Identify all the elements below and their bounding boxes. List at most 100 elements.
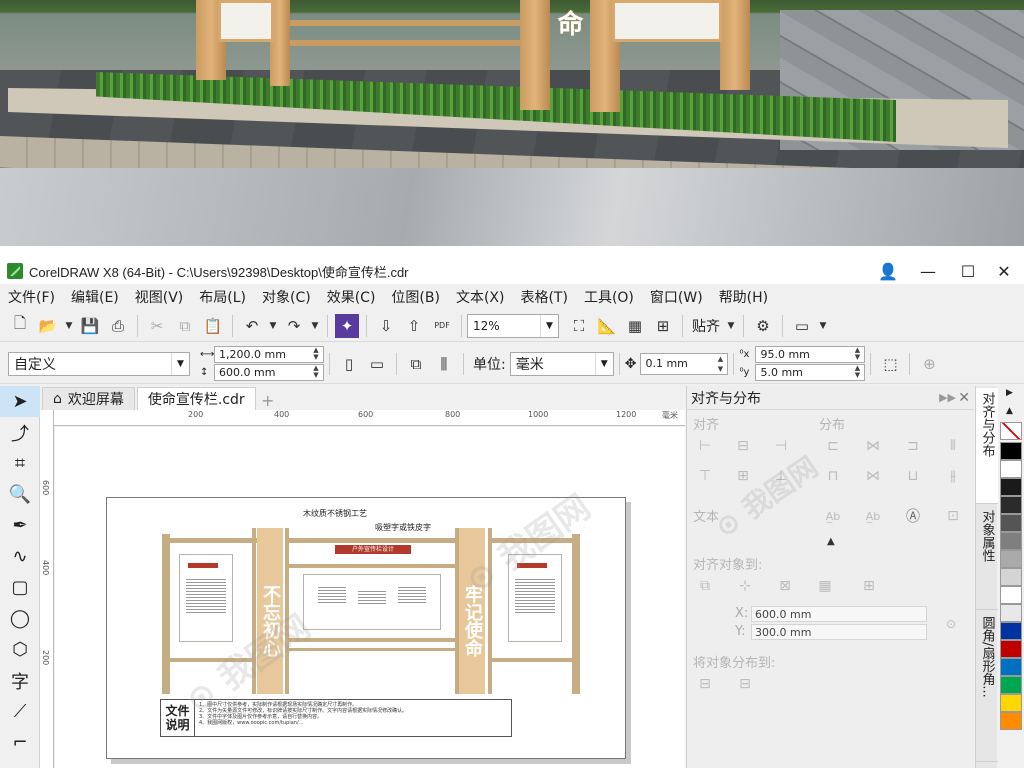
palette-scroll-down-icon[interactable]: ▲	[1006, 406, 1013, 416]
extent-of-selection-icon[interactable]: ⊟	[695, 674, 715, 694]
spinner-icon[interactable]: ▲ ▼	[309, 365, 323, 380]
tab-fillet-scallop[interactable]: 圆角/扇形角...	[976, 612, 998, 762]
close-button[interactable]: ✕	[986, 258, 1022, 284]
distribute-top-icon[interactable]: ⊓	[823, 466, 843, 486]
crop-tool-icon[interactable]: ⌗	[0, 448, 40, 479]
page-width-field[interactable]: 1,200.0 mm ▲ ▼	[214, 346, 324, 363]
units-combo[interactable]: 毫米 ▼	[509, 351, 614, 376]
shape-tool-icon[interactable]: ⤴	[0, 417, 40, 448]
color-swatch[interactable]	[1000, 622, 1022, 640]
distribute-middle-icon[interactable]: ⋈	[863, 466, 883, 486]
landscape-icon[interactable]: ▭	[365, 352, 389, 376]
align-right-icon[interactable]: ⊣	[771, 436, 791, 456]
open-dropdown-icon[interactable]: ▼	[64, 314, 74, 338]
color-swatch[interactable]	[1000, 640, 1022, 658]
cut-icon[interactable]: ✂	[145, 314, 169, 338]
tab-object-properties[interactable]: 对象属性	[976, 506, 998, 610]
connector-tool-icon[interactable]: ⌐	[0, 727, 40, 758]
distribute-spacing-h-icon[interactable]: ⫴	[943, 436, 963, 456]
current-page-icon[interactable]: ⫼	[432, 352, 456, 376]
distribute-center-icon[interactable]: ⋈	[863, 436, 883, 456]
align-top-icon[interactable]: ⊤	[695, 466, 715, 486]
color-swatch[interactable]	[1000, 676, 1022, 694]
tab-document[interactable]: 使命宣传栏.cdr	[136, 387, 256, 410]
text-tool-icon[interactable]: 字	[0, 665, 40, 696]
document-page[interactable]: 不忘初心 牢记使命 户外宣传栏设计 木纹质不锈钢工艺 吸塑字或铁皮字 文件说明 …	[106, 497, 626, 759]
vertical-ruler[interactable]: 600 400 200	[40, 410, 54, 768]
application-launcher-icon[interactable]: ▭	[790, 314, 814, 338]
print-icon[interactable]: ⎙	[106, 314, 130, 338]
pen-tool-icon[interactable]: ✒	[0, 510, 40, 541]
paste-icon[interactable]: 📋	[201, 314, 225, 338]
palette-scroll-up-icon[interactable]: ▶	[1006, 388, 1013, 398]
color-swatch[interactable]	[1000, 532, 1022, 550]
y-position-field[interactable]: 300.0 mm	[751, 624, 927, 640]
import-icon[interactable]: ⇩	[374, 314, 398, 338]
collapse-docker-icon[interactable]: ▶▶	[939, 391, 956, 404]
distribute-bottom-icon[interactable]: ⊔	[903, 466, 923, 486]
minimize-button[interactable]: —	[910, 258, 946, 284]
distribute-left-icon[interactable]: ⊏	[823, 436, 843, 456]
undo-icon[interactable]: ↶	[240, 314, 264, 338]
rectangle-tool-icon[interactable]: ▢	[0, 572, 40, 603]
specified-point-icon[interactable]: ⊞	[859, 576, 879, 596]
full-screen-icon[interactable]: ⛶	[567, 314, 591, 338]
page-center-icon[interactable]: ⊠	[775, 576, 795, 596]
bounding-box-icon[interactable]: Ⓐ	[903, 506, 923, 526]
show-grid-icon[interactable]: ▦	[623, 314, 647, 338]
duplicate-x-field[interactable]: 95.0 mm ▲ ▼	[755, 346, 866, 363]
add-icon[interactable]: ⊕	[917, 352, 941, 376]
active-objects-icon[interactable]: ⧉	[695, 576, 715, 596]
new-document-icon[interactable]: 🗋	[8, 314, 32, 338]
chevron-down-icon[interactable]: ▼	[540, 314, 558, 337]
distribute-right-icon[interactable]: ⊐	[903, 436, 923, 456]
menu-edit[interactable]: 编辑(E)	[63, 287, 127, 307]
options-gear-icon[interactable]: ⚙	[751, 314, 775, 338]
copy-icon[interactable]: ⧉	[173, 314, 197, 338]
undo-dropdown-icon[interactable]: ▼	[268, 314, 278, 338]
color-swatch[interactable]	[1000, 604, 1022, 622]
treat-as-filled-icon[interactable]: ⬚	[878, 352, 902, 376]
menu-effects[interactable]: 效果(C)	[319, 287, 384, 307]
chevron-down-icon[interactable]: ▼	[594, 352, 613, 375]
color-swatch[interactable]	[1000, 586, 1022, 604]
page-size-combo[interactable]: 自定义 ▼	[8, 351, 190, 376]
maximize-button[interactable]: ☐	[950, 258, 986, 284]
zoom-tool-icon[interactable]: 🔍	[0, 479, 40, 510]
menu-text[interactable]: 文本(X)	[448, 287, 513, 307]
x-position-field[interactable]: 600.0 mm	[751, 606, 927, 622]
align-center-v-icon[interactable]: ⊞	[733, 466, 753, 486]
menu-help[interactable]: 帮助(H)	[711, 287, 776, 307]
align-bottom-icon[interactable]: ⊥	[771, 466, 791, 486]
tab-align-distribute[interactable]: 对齐与分布	[976, 388, 998, 504]
open-folder-icon[interactable]: 📂	[36, 314, 60, 338]
color-swatch[interactable]	[1000, 478, 1022, 496]
color-swatch[interactable]	[1000, 658, 1022, 676]
color-swatch[interactable]	[1000, 442, 1022, 460]
export-icon[interactable]: ⇧	[402, 314, 426, 338]
spinner-icon[interactable]: ▲ ▼	[309, 347, 323, 362]
parallel-dimension-tool-icon[interactable]: ⟋	[0, 696, 40, 727]
grid-icon[interactable]: ▦	[815, 576, 835, 596]
all-pages-icon[interactable]: ⧉	[404, 352, 428, 376]
artistic-media-tool-icon[interactable]: ∿	[0, 541, 40, 572]
menu-object[interactable]: 对象(C)	[254, 287, 319, 307]
chevron-down-icon[interactable]: ▼	[171, 352, 189, 375]
tab-welcome-screen[interactable]: ⌂ 欢迎屏幕	[42, 387, 135, 410]
spinner-icon[interactable]: ▲ ▼	[713, 354, 727, 374]
menu-table[interactable]: 表格(T)	[512, 287, 575, 307]
color-swatch[interactable]	[1000, 568, 1022, 586]
spinner-icon[interactable]: ▲ ▼	[850, 365, 864, 380]
menu-tools[interactable]: 工具(O)	[576, 287, 642, 307]
duplicate-y-field[interactable]: 5.0 mm ▲ ▼	[755, 364, 866, 381]
add-tab-icon[interactable]: +	[258, 390, 278, 410]
publish-pdf-icon[interactable]: PDF	[430, 314, 454, 338]
color-swatch[interactable]	[1000, 712, 1022, 730]
collapse-arrow-icon[interactable]: ▲	[827, 536, 835, 547]
menu-view[interactable]: 视图(V)	[127, 287, 192, 307]
first-line-baseline-icon[interactable]: A̲b	[823, 506, 843, 526]
ellipse-tool-icon[interactable]: ◯	[0, 603, 40, 634]
polygon-tool-icon[interactable]: ⬡	[0, 634, 40, 665]
snap-to-label[interactable]: 贴齐	[692, 316, 720, 336]
distribute-spacing-v-icon[interactable]: ⫵	[943, 466, 963, 486]
